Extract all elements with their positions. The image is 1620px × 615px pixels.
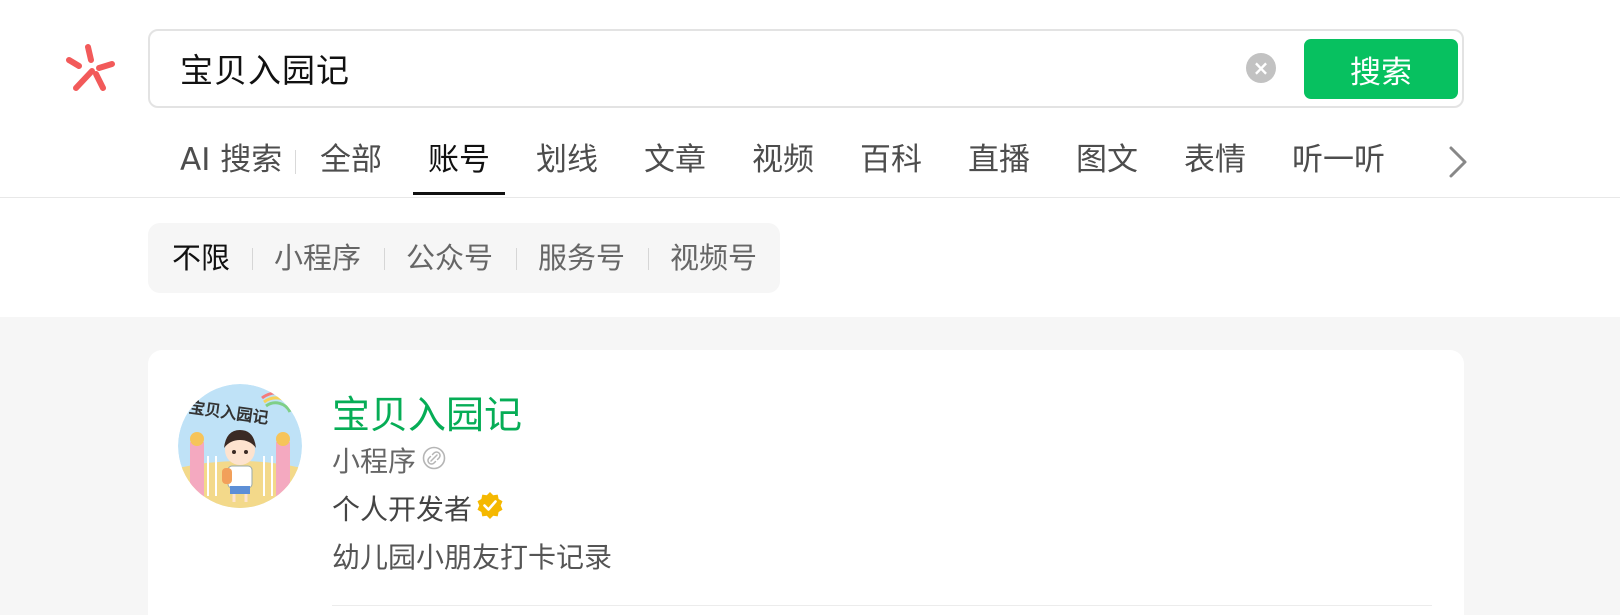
search-input[interactable] [180,39,1210,97]
tab-ai-search[interactable]: AI 搜索 [180,132,282,198]
page: × 搜索 AI 搜索 全部 账号 划线 文章 视频 百科 直播 图文 表情 听一… [0,0,1620,615]
chevron-right-icon[interactable] [1445,144,1471,180]
avatar[interactable]: 宝贝入园记 [178,384,302,508]
active-tab-indicator [413,192,505,195]
tab-articles[interactable]: 文章 [644,132,706,198]
tab-highlights[interactable]: 划线 [536,132,598,198]
header: × 搜索 AI 搜索 全部 账号 划线 文章 视频 百科 直播 图文 表情 听一… [0,0,1620,198]
filter-area: 不限 小程序 公众号 服务号 视频号 [0,198,1620,317]
filter-divider [516,248,517,270]
tab-all[interactable]: 全部 [320,132,382,198]
result-card[interactable]: 宝贝入园记 宝贝入园记 小程序 个人开发者 幼儿园小朋友打卡记录 [148,350,1464,615]
tab-stickers[interactable]: 表情 [1184,132,1246,198]
filter-channels[interactable]: 视频号 [670,223,757,293]
result-description: 幼儿园小朋友打卡记录 [332,541,613,574]
filter-mini-program[interactable]: 小程序 [274,223,361,293]
filter-divider [384,248,385,270]
tab-videos[interactable]: 视频 [752,132,814,198]
tab-divider [295,150,296,174]
mini-program-link-icon [422,446,446,470]
search-box: × 搜索 [148,29,1464,108]
filter-service-account[interactable]: 服务号 [538,223,625,293]
account-type-filter: 不限 小程序 公众号 服务号 视频号 [148,223,780,293]
result-developer: 个人开发者 [332,493,473,526]
wechat-search-logo-icon[interactable] [66,44,116,94]
tab-image-text[interactable]: 图文 [1076,132,1138,198]
verified-badge-icon [477,492,503,519]
tab-overflow-fade [1428,146,1440,176]
filter-divider [648,248,649,270]
filter-any[interactable]: 不限 [172,223,230,293]
clear-icon[interactable]: × [1246,53,1276,83]
result-type: 小程序 [332,445,417,478]
result-title[interactable]: 宝贝入园记 [332,384,522,439]
tab-bar: AI 搜索 全部 账号 划线 文章 视频 百科 直播 图文 表情 听一听 [180,132,1470,198]
tab-encyclopedia[interactable]: 百科 [860,132,922,198]
tab-listen[interactable]: 听一听 [1292,132,1385,198]
card-divider [332,605,1432,606]
filter-divider [252,248,253,270]
tab-live[interactable]: 直播 [968,132,1030,198]
filter-official-account[interactable]: 公众号 [406,223,493,293]
tab-accounts[interactable]: 账号 [428,132,490,198]
search-button[interactable]: 搜索 [1304,39,1458,99]
